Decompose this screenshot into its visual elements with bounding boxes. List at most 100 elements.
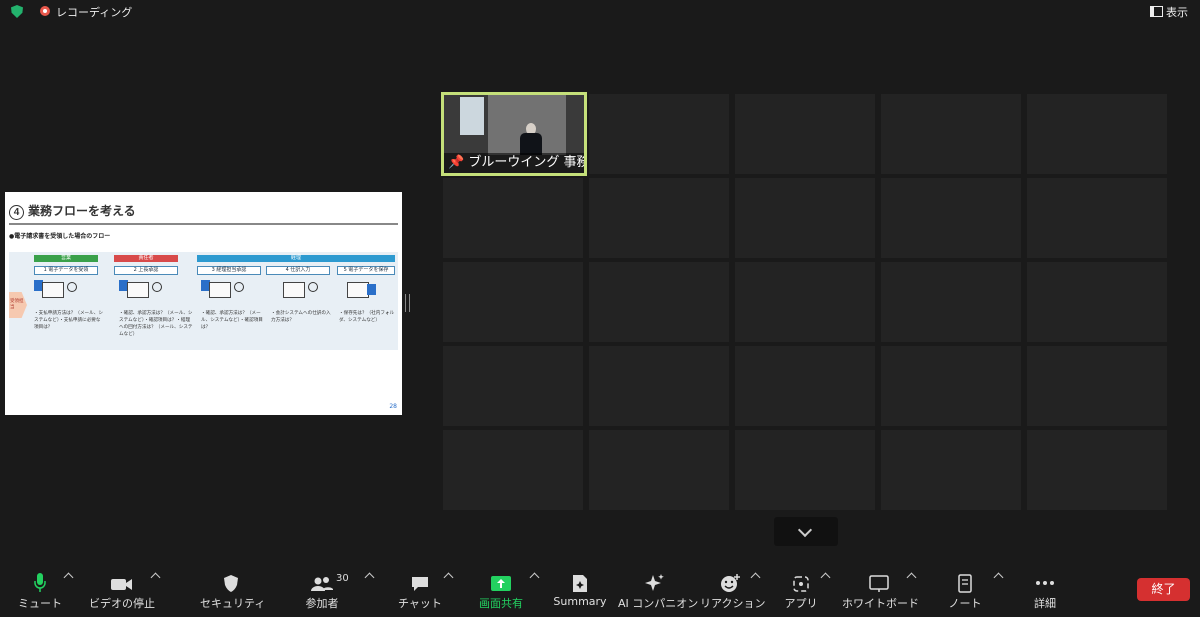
participant-tile-active[interactable]: 📌 ブルーウイング 事務... bbox=[441, 92, 587, 176]
slide-divider bbox=[9, 223, 398, 225]
smiley-icon bbox=[721, 574, 740, 592]
microphone-icon bbox=[34, 573, 46, 592]
participant-tile[interactable] bbox=[881, 94, 1021, 174]
figure-accounting bbox=[201, 280, 251, 302]
end-meeting-button[interactable]: 終了 bbox=[1137, 578, 1190, 601]
share-screen-icon bbox=[491, 576, 511, 591]
more-button[interactable]: 詳細 bbox=[1022, 566, 1068, 617]
participant-tile[interactable] bbox=[443, 346, 583, 426]
note-1: ・支払申請方法は？（メール、システムなど）・支払申請に必要な項目は？ bbox=[34, 311, 103, 330]
stage-accounting: 経理 bbox=[197, 255, 395, 262]
participants-icon bbox=[311, 577, 333, 591]
notes-options-caret[interactable] bbox=[993, 572, 1004, 583]
note-4: ・会計システムへの仕訳の入力方法は？ bbox=[271, 311, 331, 323]
chat-button[interactable]: チャット bbox=[396, 566, 444, 617]
share-options-caret[interactable] bbox=[529, 572, 540, 583]
note-3: ・確認、承認方法は？（メール、システムなど）・確認項目は？ bbox=[201, 311, 263, 330]
step-5: 5 電子データを保存 bbox=[337, 266, 395, 275]
step-1: 1 電子データを受領 bbox=[34, 266, 98, 275]
person-icon bbox=[234, 282, 244, 292]
participant-tile[interactable] bbox=[589, 178, 729, 258]
reactions-button[interactable]: リアクション bbox=[700, 566, 766, 617]
participant-tile[interactable] bbox=[1027, 346, 1167, 426]
figure-journal bbox=[275, 280, 325, 302]
participant-nameplate: 📌 ブルーウイング 事務... bbox=[444, 153, 584, 173]
participant-tile[interactable] bbox=[735, 178, 875, 258]
participant-tile[interactable] bbox=[881, 178, 1021, 258]
summary-button[interactable]: Summary bbox=[552, 566, 608, 617]
participant-tile[interactable] bbox=[735, 346, 875, 426]
security-label: セキュリティ bbox=[200, 597, 266, 610]
split-handle[interactable] bbox=[405, 294, 410, 312]
ai-companion-label: AI コンパニオン bbox=[618, 597, 699, 610]
participants-count: 30 bbox=[336, 573, 349, 584]
step-3: 3 経理担当承認 bbox=[197, 266, 261, 275]
participant-tile[interactable] bbox=[443, 178, 583, 258]
recording-label[interactable]: レコーディング bbox=[56, 4, 132, 20]
summary-document-icon bbox=[573, 575, 587, 592]
participant-tile[interactable] bbox=[735, 94, 875, 174]
participant-tile[interactable] bbox=[589, 346, 729, 426]
monitor-icon bbox=[209, 282, 231, 298]
apps-options-caret[interactable] bbox=[820, 572, 831, 583]
slide-title-number: 4 bbox=[9, 205, 24, 220]
participant-tile[interactable] bbox=[443, 430, 583, 510]
share-screen-button[interactable]: 画面共有 bbox=[472, 566, 530, 617]
participant-tile[interactable] bbox=[589, 262, 729, 342]
notes-button[interactable]: ノート bbox=[940, 566, 990, 617]
mute-button[interactable]: ミュート bbox=[14, 566, 66, 617]
stage-manager: 責任者 bbox=[114, 255, 178, 262]
shield-icon[interactable] bbox=[11, 5, 23, 18]
stage-sales: 営業 bbox=[34, 255, 98, 262]
chat-options-caret[interactable] bbox=[443, 572, 454, 583]
security-button[interactable]: セキュリティ bbox=[200, 566, 266, 617]
more-dots-icon bbox=[1036, 581, 1054, 585]
view-label: 表示 bbox=[1166, 6, 1188, 19]
participant-name: ブルーウイング 事務... bbox=[468, 155, 584, 170]
ai-companion-button[interactable]: AI コンパニオン bbox=[618, 566, 699, 617]
collapse-grid-button[interactable] bbox=[774, 517, 838, 546]
video-label: ビデオの停止 bbox=[89, 597, 155, 610]
participant-tile[interactable] bbox=[735, 430, 875, 510]
mute-label: ミュート bbox=[18, 597, 62, 610]
recording-icon[interactable] bbox=[40, 6, 50, 16]
view-layout-icon bbox=[1150, 6, 1163, 17]
summary-label: Summary bbox=[553, 595, 607, 608]
participant-tile[interactable] bbox=[881, 430, 1021, 510]
step-4: 4 仕訳入力 bbox=[266, 266, 330, 275]
participant-tile[interactable] bbox=[589, 94, 729, 174]
participant-tile[interactable] bbox=[1027, 262, 1167, 342]
participant-tile[interactable] bbox=[443, 262, 583, 342]
chevron-down-icon bbox=[797, 522, 813, 538]
participant-tile[interactable] bbox=[735, 262, 875, 342]
monitor-icon bbox=[42, 282, 64, 298]
top-bar: レコーディング 表示 bbox=[0, 0, 1200, 22]
video-person bbox=[520, 123, 542, 155]
pdf-icon bbox=[367, 284, 376, 295]
shared-screen[interactable]: 4 業務フローを考える ●電子請求書を受領した場合のフロー 営業 責任者 経理 1… bbox=[5, 192, 402, 415]
participant-tile[interactable] bbox=[881, 262, 1021, 342]
participant-tile[interactable] bbox=[1027, 178, 1167, 258]
person-body bbox=[520, 133, 542, 155]
video-camera-icon bbox=[111, 579, 132, 590]
reactions-label: リアクション bbox=[700, 597, 766, 610]
whiteboard-icon bbox=[869, 575, 889, 592]
slide-title-text: 業務フローを考える bbox=[28, 204, 136, 218]
whiteboard-button[interactable]: ホワイトボード bbox=[842, 566, 919, 617]
person-icon bbox=[152, 282, 162, 292]
notes-label: ノート bbox=[948, 597, 982, 610]
ai-sparkle-icon bbox=[645, 574, 664, 591]
participants-label: 参加者 bbox=[305, 597, 339, 610]
participants-options-caret[interactable] bbox=[364, 572, 375, 583]
pin-icon: 📌 bbox=[448, 155, 465, 170]
participant-tile[interactable] bbox=[1027, 94, 1167, 174]
participant-tile[interactable] bbox=[589, 430, 729, 510]
apps-label: アプリ bbox=[784, 597, 818, 610]
apps-button[interactable]: アプリ bbox=[780, 566, 822, 617]
participant-tile[interactable] bbox=[1027, 430, 1167, 510]
view-button[interactable]: 表示 bbox=[1150, 4, 1188, 20]
figure-manager bbox=[119, 280, 169, 302]
video-button[interactable]: ビデオの停止 bbox=[88, 566, 156, 617]
flow-diagram: 営業 責任者 経理 1 電子データを受領 2 上長承認 3 経理担当承認 4 仕… bbox=[9, 252, 398, 350]
participant-tile[interactable] bbox=[881, 346, 1021, 426]
